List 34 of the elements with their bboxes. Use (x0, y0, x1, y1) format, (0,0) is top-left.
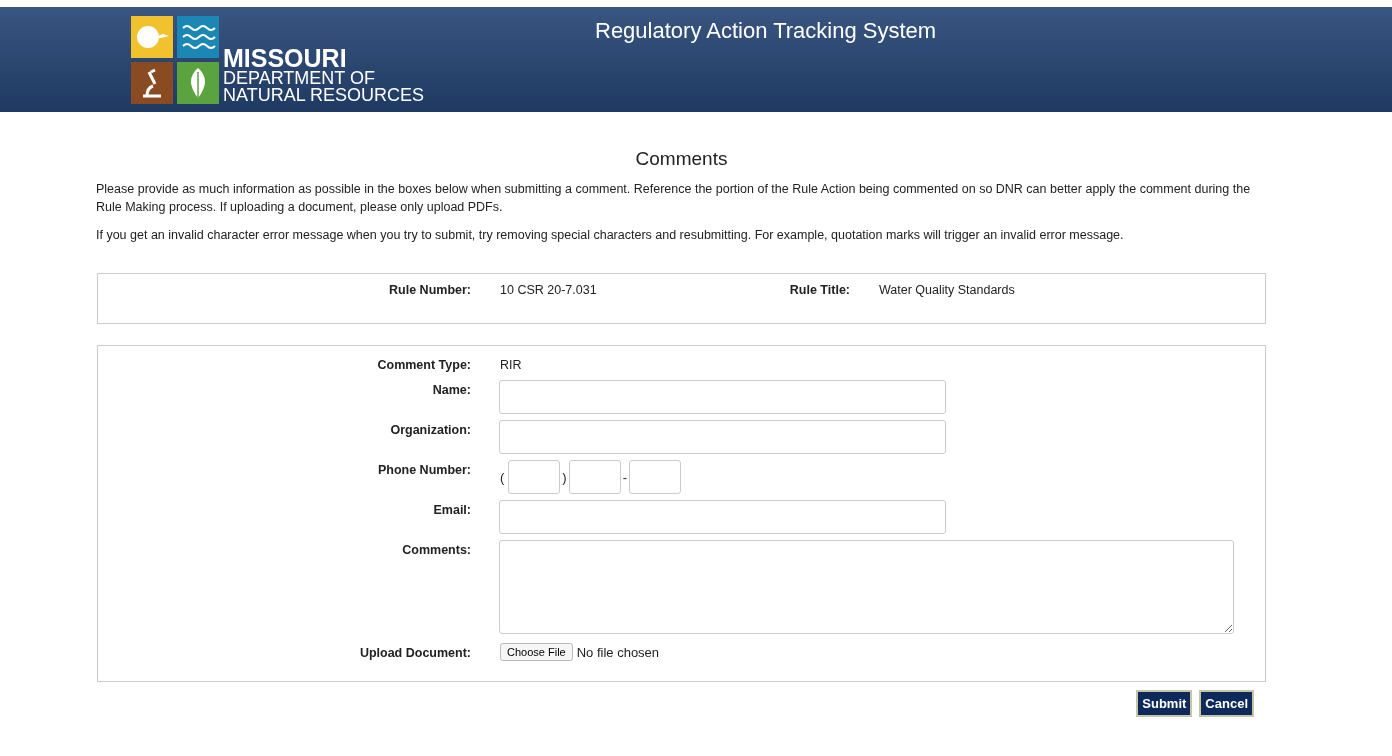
text-input-field[interactable] (499, 500, 946, 534)
field-value: Water Quality Standards (879, 283, 1015, 297)
logo-text: MISSOURI (223, 45, 348, 70)
phone-prefix-field[interactable] (568, 460, 621, 494)
field-label: Rule Number: (388, 283, 471, 297)
form-button[interactable]: Submit (1136, 690, 1193, 717)
comments-textarea[interactable] (499, 540, 1234, 634)
system-title: Regulatory Action Tracking System (595, 18, 937, 44)
field-label: Phone Number: (376, 462, 471, 477)
phone-punctuation: ) (562, 469, 567, 485)
page-title: Comments (634, 148, 729, 170)
field-label: Email: (432, 502, 471, 517)
department-logo-icon (131, 15, 219, 104)
form-button[interactable]: Cancel (1199, 690, 1254, 717)
text-input-field[interactable] (499, 380, 946, 414)
logo-text: DEPARTMENT OF (223, 69, 376, 87)
logo-text: NATURAL RESOURCES (223, 86, 425, 104)
instructions-paragraph: If you get an invalid character error message when you try to submit, try removing special characters and resubmitting. For example, quotation marks will trigger an invalid error message. (96, 227, 1125, 244)
phone-line-field[interactable] (629, 460, 682, 494)
text-input-field[interactable] (499, 420, 946, 454)
area-code-field[interactable] (508, 460, 561, 494)
choose-file-button[interactable]: Choose File (500, 643, 573, 661)
phone-punctuation: ( (500, 469, 505, 485)
file-status-text: No file chosen (576, 644, 660, 660)
field-label: Organization: (389, 422, 471, 437)
instructions-paragraph: Please provide as much information as possible in the boxes below when submitting a comment. Reference the portion of the Rule Action being commented on so DNR can better apply the comment during the Rule Making process. If uploading a document, please only upload PDFs. (96, 181, 1252, 216)
phone-punctuation: - (622, 469, 628, 485)
field-label: Comments: (401, 542, 471, 557)
field-label: Rule Title: (788, 283, 850, 297)
field-value: RIR (500, 357, 522, 372)
field-label: Comment Type: (376, 357, 471, 372)
field-value: 10 CSR 20-7.031 (500, 283, 598, 297)
field-label: Name: (431, 382, 471, 397)
field-label: Upload Document: (358, 645, 471, 660)
